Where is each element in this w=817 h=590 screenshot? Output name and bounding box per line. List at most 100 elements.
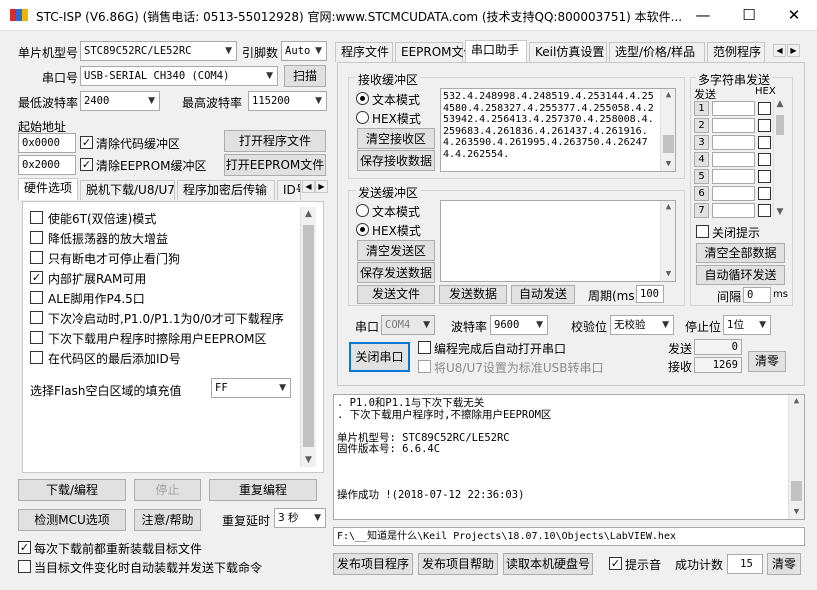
option-checkbox[interactable] [30,291,43,304]
tab-examples[interactable]: 范例程序 [707,42,765,62]
scroll-up-icon[interactable]: ▲ [774,99,786,109]
tab-scroll-left-icon[interactable]: ◀ [773,44,786,57]
recv-hex-mode-radio[interactable] [356,111,369,124]
option-checkbox[interactable] [30,351,43,364]
scroll-thumb[interactable] [791,481,802,501]
scan-button[interactable]: 扫描 [284,65,326,87]
tab-scroll-right-icon[interactable]: ▶ [787,44,800,57]
open-program-button[interactable]: 打开程序文件 [224,130,326,152]
clear-code-checkbox[interactable]: ✓ [80,136,93,149]
close-hint-checkbox[interactable] [696,225,709,238]
multi-send-string-input[interactable] [712,152,755,167]
auto-send-button[interactable]: 自动发送 [511,285,575,304]
scroll-up-icon[interactable]: ▲ [661,202,675,214]
set-usb-checkbox[interactable] [418,360,431,373]
publish-help-button[interactable]: 发布项目帮助 [418,553,498,575]
option-checkbox[interactable] [30,331,43,344]
publish-program-button[interactable]: 发布项目程序 [333,553,413,575]
multi-send-hex-checkbox[interactable] [758,187,771,200]
multi-send-hex-checkbox[interactable] [758,136,771,149]
open-eeprom-button[interactable]: 打开EEPROM文件 [224,154,326,176]
interval-input[interactable]: 0 [743,287,771,303]
multi-send-row-button[interactable]: 2 [694,118,709,133]
multi-send-hex-checkbox[interactable] [758,153,771,166]
download-program-button[interactable]: 下载/编程 [18,479,126,501]
log-scrollbar[interactable]: ▲ ▼ [788,395,804,519]
multi-send-row-button[interactable]: 4 [694,152,709,167]
scroll-down-icon[interactable]: ▼ [661,159,675,171]
multi-send-hex-checkbox[interactable] [758,119,771,132]
tab-scroll-right-icon[interactable]: ▶ [315,180,328,193]
multi-send-scrollbar[interactable]: ▲ ▼ [773,99,786,217]
save-send-button[interactable]: 保存发送数据 [357,262,435,283]
send-data-button[interactable]: 发送数据 [439,285,507,304]
multi-send-string-input[interactable] [712,169,755,184]
detect-mcu-button[interactable]: 检测MCU选项 [18,509,126,531]
retry-delay-select[interactable]: 3 秒 ▼ [274,508,326,528]
auto-loop-send-button[interactable]: 自动循环发送 [696,265,785,285]
parity-select[interactable]: 无校验 ▼ [610,315,674,335]
help-button[interactable]: 注意/帮助 [134,509,201,531]
maximize-button[interactable]: ☐ [726,0,772,31]
file-path-field[interactable]: F:\__知道是什么\Keil Projects\18.07.10\Object… [333,527,805,546]
fill-value-select[interactable]: FF ▼ [211,378,291,398]
multi-send-row-button[interactable]: 5 [694,169,709,184]
clear-all-button[interactable]: 清空全部数据 [696,243,785,263]
multi-send-string-input[interactable] [712,101,755,116]
scroll-thumb[interactable] [776,115,784,135]
read-disk-button[interactable]: 读取本机硬盘号 [503,553,593,575]
period-input[interactable]: 100 [636,285,664,303]
tab-id[interactable]: ID号 [277,180,301,200]
tab-encrypt[interactable]: 程序加密后传输 [177,180,275,200]
close-button[interactable]: ✕ [771,0,817,31]
tab-serial-assistant[interactable]: 串口助手 [465,40,527,62]
scroll-down-icon[interactable]: ▼ [789,507,804,519]
scroll-down-icon[interactable]: ▼ [301,455,316,465]
clear-send-button[interactable]: 清空发送区 [357,240,435,261]
serial-port-select[interactable]: COM4 ▼ [381,315,435,335]
multi-send-string-input[interactable] [712,118,755,133]
send-textarea[interactable]: ▲ ▼ [440,200,676,282]
tab-scroll-left-icon[interactable]: ◀ [302,180,315,193]
multi-send-row-button[interactable]: 6 [694,186,709,201]
option-checkbox[interactable] [30,311,43,324]
send-hex-mode-radio[interactable] [356,223,369,236]
scroll-up-icon[interactable]: ▲ [789,396,804,408]
receive-textarea[interactable]: 532.4.248998.4.248519.4.253144.4.254580.… [440,88,676,172]
multi-send-row-button[interactable]: 7 [694,203,709,218]
pin-count-select[interactable]: Auto ▼ [281,41,327,61]
eeprom-addr-input[interactable]: 0x2000 [18,155,76,175]
multi-send-hex-checkbox[interactable] [758,102,771,115]
tab-offline[interactable]: 脱机下载/U8/U7 [80,180,175,200]
port-select[interactable]: USB-SERIAL CH340 (COM4) ▼ [80,66,278,86]
open-after-program-checkbox[interactable] [418,341,431,354]
option-checkbox[interactable]: ✓ [30,271,43,284]
max-baud-select[interactable]: 115200 ▼ [248,91,327,111]
min-baud-select[interactable]: 2400 ▼ [80,91,160,111]
close-port-button[interactable]: 关闭串口 [349,342,410,372]
tab-keil-sim[interactable]: Keil仿真设置 [529,42,607,62]
multi-send-string-input[interactable] [712,135,755,150]
beep-checkbox[interactable]: ✓ [609,557,622,570]
multi-send-row-button[interactable]: 1 [694,101,709,116]
code-addr-input[interactable]: 0x0000 [18,133,76,153]
minimize-button[interactable]: — [680,0,726,31]
clear-success-button[interactable]: 清零 [767,553,801,575]
autoload-checkbox[interactable] [18,560,31,573]
baud-rate-select[interactable]: 9600 ▼ [490,315,548,335]
scroll-up-icon[interactable]: ▲ [661,90,675,102]
tab-hardware[interactable]: 硬件选项 [18,178,78,200]
stop-button[interactable]: 停止 [134,479,201,501]
multi-send-hex-checkbox[interactable] [758,204,771,217]
tab-program-file[interactable]: 程序文件 [335,42,393,62]
send-scrollbar[interactable]: ▲ ▼ [660,201,675,281]
multi-send-hex-checkbox[interactable] [758,170,771,183]
multi-send-row-button[interactable]: 3 [694,135,709,150]
clear-counter-button[interactable]: 清零 [748,351,786,372]
option-checkbox[interactable] [30,251,43,264]
recv-text-mode-radio[interactable] [356,92,369,105]
clear-eeprom-checkbox[interactable]: ✓ [80,158,93,171]
receive-scrollbar[interactable]: ▲ ▼ [660,89,675,171]
mcu-type-select[interactable]: STC89C52RC/LE52RC ▼ [80,41,237,61]
tab-selection[interactable]: 选型/价格/样品 [609,42,705,62]
